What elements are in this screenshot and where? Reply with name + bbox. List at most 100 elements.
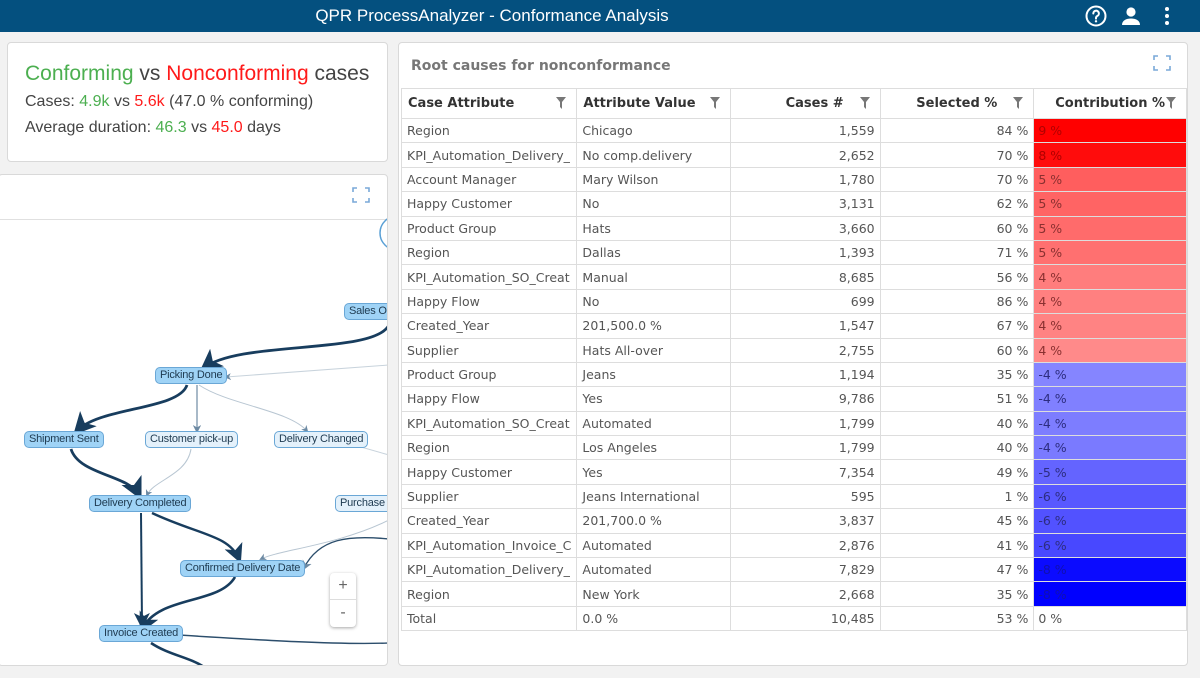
table-row[interactable]: Happy Flow Yes 9,786 51 % -4 % <box>400 386 1187 412</box>
node-picking-done[interactable]: Picking Done <box>155 367 228 384</box>
table-row[interactable]: KPI_Automation_Delivery_ No comp.delivery… <box>400 142 1187 168</box>
cell-contribution: 5 % <box>1033 239 1187 266</box>
user-icon[interactable] <box>1119 4 1143 28</box>
column-header-attribute-value[interactable]: Attribute Value <box>576 88 731 119</box>
duration-unit: days <box>247 119 281 136</box>
cell-attribute-value: Hats <box>576 215 731 241</box>
cell-cases: 9,786 <box>729 386 881 412</box>
cell-contribution: -6 % <box>1033 483 1187 510</box>
node-sales-order[interactable]: Sales Or <box>344 303 387 320</box>
cell-selected: 84 % <box>879 117 1035 144</box>
duration-nonconforming-value: 45.0 <box>211 119 243 136</box>
filter-icon[interactable] <box>1013 97 1024 109</box>
cell-attribute-value: Yes <box>576 386 731 412</box>
cell-contribution: -4 % <box>1033 410 1187 437</box>
table-row[interactable]: Total 0.0 % 10,485 53 % 0 % <box>400 605 1187 632</box>
table-row[interactable]: Region Chicago 1,559 84 % 9 % <box>400 117 1187 144</box>
node-shipment-sent[interactable]: Shipment Sent <box>24 431 104 448</box>
map-zoom-control: + - <box>330 573 356 627</box>
node-delivery-completed[interactable]: Delivery Completed <box>89 495 192 512</box>
column-header-contribution[interactable]: Contribution % <box>1033 88 1187 119</box>
table-row[interactable]: Product Group Hats 3,660 60 % 5 % <box>400 215 1187 241</box>
table-row[interactable]: Created_Year 201,500.0 % 1,547 67 % 4 % <box>400 313 1187 339</box>
table-row[interactable]: Account Manager Mary Wilson 1,780 70 % 5 % <box>400 166 1187 193</box>
edge <box>145 448 192 497</box>
duration-conforming-value: 46.3 <box>155 119 187 136</box>
column-header-selected[interactable]: Selected % <box>879 88 1035 119</box>
cases-nonconforming-value: 5.6k <box>134 93 165 110</box>
cell-selected: 35 % <box>879 581 1035 607</box>
table-row[interactable]: Region New York 2,668 35 % -8 % <box>400 581 1187 607</box>
table-row[interactable]: Product Group Jeans 1,194 35 % -4 % <box>400 361 1187 388</box>
node-invoice-created[interactable]: Invoice Created <box>99 625 184 642</box>
table-row[interactable]: Region Los Angeles 1,799 40 % -4 % <box>400 435 1187 461</box>
cell-contribution: 5 % <box>1033 191 1187 217</box>
cases-label: Cases: <box>25 93 75 110</box>
table-row[interactable]: KPI_Automation_SO_Creat Automated 1,799 40 … <box>400 410 1187 437</box>
table-row[interactable]: KPI_Automation_Invoice_C Automated 2,876 41… <box>400 532 1187 559</box>
cell-attribute-value: Mary Wilson <box>576 166 731 193</box>
cell-selected: 56 % <box>879 264 1035 290</box>
table-row[interactable]: Happy Customer Yes 7,354 49 % -5 % <box>400 459 1187 485</box>
cell-cases: 2,755 <box>729 337 881 363</box>
start-node[interactable] <box>379 216 388 250</box>
table-header-row: Case Attribute Attribute Value Cases # S… <box>400 88 1187 119</box>
cell-cases: 1,547 <box>729 313 881 339</box>
cell-selected: 41 % <box>879 532 1035 559</box>
cell-attribute-value: Los Angeles <box>576 435 731 461</box>
table-row[interactable]: Happy Flow No 699 86 % 4 % <box>400 288 1187 315</box>
cell-selected: 47 % <box>879 557 1035 583</box>
table-row[interactable]: Supplier Hats All-over 2,755 60 % 4 % <box>400 337 1187 363</box>
zoom-in-button[interactable]: + <box>330 573 356 600</box>
column-header-case-attribute[interactable]: Case Attribute <box>400 88 578 119</box>
help-icon[interactable] <box>1084 4 1108 28</box>
root-causes-table: Case Attribute Attribute Value Cases # S… <box>400 88 1187 632</box>
column-header-cases[interactable]: Cases # <box>729 88 881 119</box>
column-label: Cases # <box>785 96 844 111</box>
table-row[interactable]: Supplier Jeans International 595 1 % -6 % <box>400 483 1187 510</box>
table-row[interactable]: KPI_Automation_Delivery_ Automated 7,829 47… <box>400 557 1187 583</box>
cell-case-attribute: KPI_Automation_SO_Creat <box>400 410 578 437</box>
table-row[interactable]: Happy Customer No 3,131 62 % 5 % <box>400 191 1187 217</box>
table-row[interactable]: KPI_Automation_SO_Creat Manual 8,685 56 % 4 … <box>400 264 1187 290</box>
duration-line: Average duration: 46.3 vs 45.0 days <box>25 119 387 137</box>
app-header: QPR ProcessAnalyzer - Conformance Analys… <box>0 0 1200 32</box>
column-label: Selected % <box>916 96 998 111</box>
cell-case-attribute: KPI_Automation_Delivery_ <box>400 557 578 583</box>
cell-cases: 2,652 <box>729 142 881 168</box>
cell-contribution: 4 % <box>1033 337 1187 363</box>
node-delivery-changed[interactable]: Delivery Changed <box>274 431 369 448</box>
filter-icon[interactable] <box>709 97 720 109</box>
app-title: QPR ProcessAnalyzer - Conformance Analys… <box>315 6 669 25</box>
node-confirmed-delivery-date[interactable]: Confirmed Delivery Date <box>180 560 306 577</box>
cell-cases: 1,799 <box>729 435 881 461</box>
filter-icon[interactable] <box>556 97 567 109</box>
cell-case-attribute: Happy Customer <box>400 191 578 217</box>
zoom-out-button[interactable]: - <box>330 600 356 627</box>
cell-attribute-value: Jeans International <box>576 483 731 510</box>
cell-attribute-value: Manual <box>576 264 731 290</box>
cell-cases: 3,660 <box>729 215 881 241</box>
column-label: Attribute Value <box>583 96 696 111</box>
cell-attribute-value: New York <box>576 581 731 607</box>
filter-icon[interactable] <box>1166 97 1176 109</box>
expand-icon[interactable] <box>1153 55 1171 71</box>
cell-case-attribute: Happy Customer <box>400 459 578 485</box>
cell-contribution: 9 % <box>1033 117 1187 144</box>
cell-case-attribute: Supplier <box>400 483 578 510</box>
cell-contribution: -4 % <box>1033 435 1187 461</box>
cases-text: cases <box>314 62 370 85</box>
more-vertical-icon[interactable] <box>1155 4 1179 28</box>
table-row[interactable]: Created_Year 201,700.0 % 3,837 45 % -6 % <box>400 508 1187 534</box>
cell-cases: 7,829 <box>729 557 881 583</box>
filter-icon[interactable] <box>859 97 870 109</box>
node-purchase[interactable]: Purchase ( <box>335 495 387 512</box>
table-row[interactable]: Region Dallas 1,393 71 % 5 % <box>400 239 1187 266</box>
cell-selected: 40 % <box>879 410 1035 437</box>
cell-cases: 1,194 <box>729 361 881 388</box>
node-customer-pick-up[interactable]: Customer pick-up <box>145 431 238 448</box>
cell-contribution: -8 % <box>1033 557 1187 583</box>
cell-attribute-value: 201,500.0 % <box>576 313 731 339</box>
vs-text: vs <box>113 93 130 110</box>
cell-selected: 70 % <box>879 166 1035 193</box>
